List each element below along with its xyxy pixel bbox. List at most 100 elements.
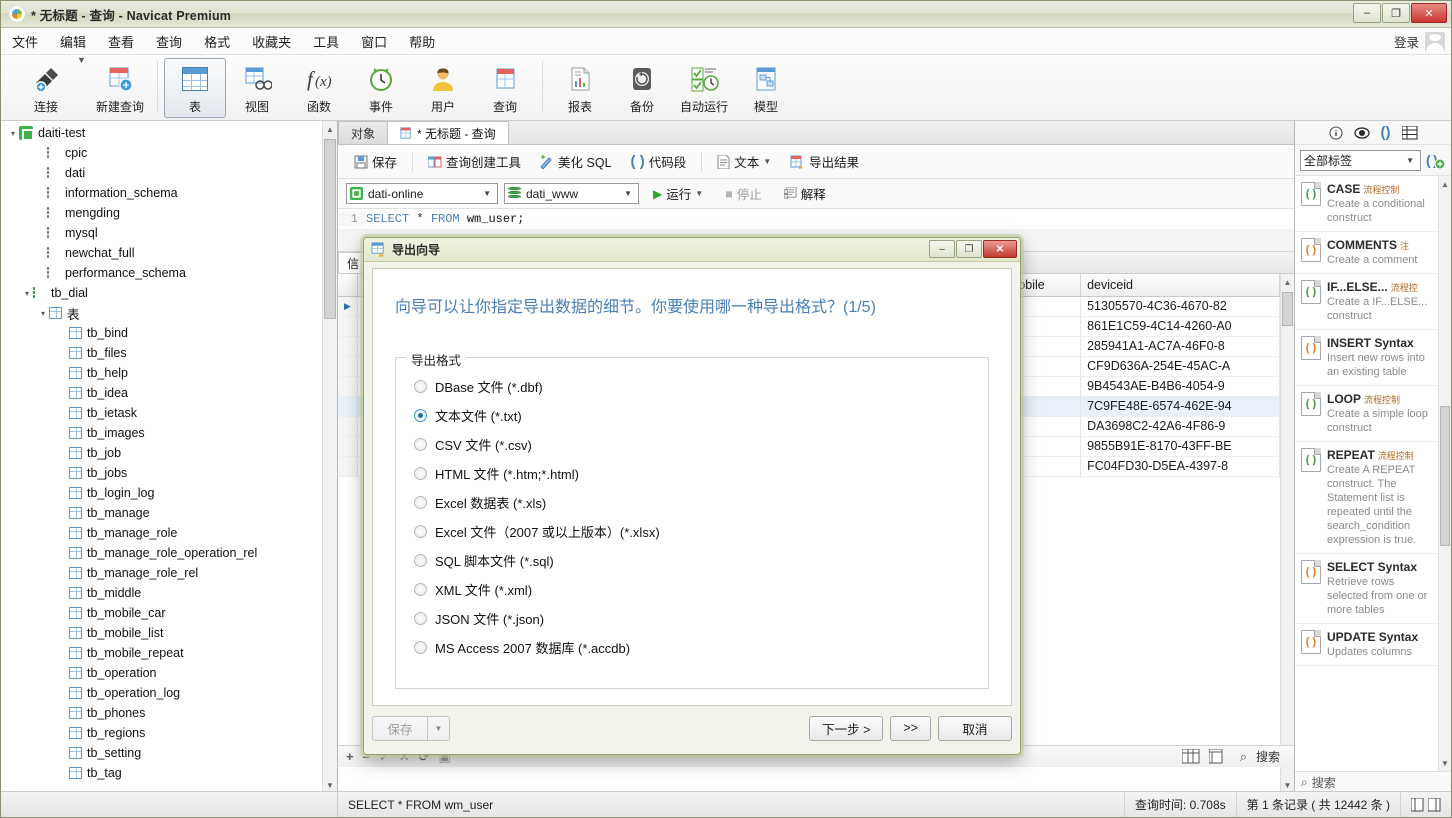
tree-table-tb_login_log[interactable]: tb_login_log (1, 483, 337, 503)
tree-table-tb_help[interactable]: tb_help (1, 363, 337, 383)
export-result-button[interactable]: 导出结果 (782, 147, 867, 176)
tag-filter-caret-icon[interactable]: ▼ (1403, 156, 1417, 165)
statusbar-grid-toggle-icon[interactable] (1411, 797, 1424, 812)
menu-window[interactable]: 窗口 (350, 28, 398, 55)
tab-objects[interactable]: 对象 (338, 121, 389, 144)
structure-icon[interactable] (1401, 125, 1418, 140)
tree-database-mysql[interactable]: mysql (1, 223, 337, 243)
connection-caret-icon[interactable]: ▼ (480, 189, 494, 198)
tree-database-performance_schema[interactable]: performance_schema (1, 263, 337, 283)
tree-table-tb_bind[interactable]: tb_bind (1, 323, 337, 343)
menu-favorites[interactable]: 收藏夹 (241, 28, 302, 55)
radio-button[interactable] (414, 467, 427, 480)
row-marker[interactable] (338, 436, 358, 457)
add-snippet-icon[interactable]: () (1426, 151, 1446, 169)
row-marker[interactable] (338, 396, 358, 417)
connection-select[interactable]: dati-online ▼ (346, 183, 498, 204)
tree-table-tb_manage_role_operation_rel[interactable]: tb_manage_role_operation_rel (1, 543, 337, 563)
cell-deviceid[interactable]: CF9D636A-254E-45AC-A (1080, 356, 1280, 377)
expand-arrow-icon[interactable]: ▾ (21, 289, 33, 298)
toolbar-table[interactable]: 表 (164, 58, 226, 118)
tree-scroll-thumb[interactable] (324, 139, 336, 319)
login-label[interactable]: 登录 (1394, 32, 1419, 51)
toolbar-view[interactable]: 视图 (226, 58, 288, 118)
toolbar-new-query[interactable]: 新建查询 (89, 58, 151, 118)
statusbar-form-toggle-icon[interactable] (1428, 797, 1441, 812)
expand-arrow-icon[interactable]: ▾ (37, 309, 49, 318)
cell-deviceid[interactable]: FC04FD30-D5EA-4397-8 (1080, 456, 1280, 477)
export-format-option[interactable]: JSON 文件 (*.json) (396, 604, 988, 633)
toolbar-connection[interactable]: 连接 (15, 58, 77, 118)
radio-button[interactable] (414, 612, 427, 625)
tree-scrollbar[interactable]: ▲ ▼ (322, 121, 337, 793)
tree-database-mengding[interactable]: mengding (1, 203, 337, 223)
menu-format[interactable]: 格式 (193, 28, 241, 55)
eye-icon[interactable] (1353, 126, 1370, 140)
run-caret-icon[interactable]: ▼ (695, 189, 703, 198)
snippet-item[interactable]: ( ) CASE 流程控制 Create a conditional construc… (1295, 176, 1438, 232)
tree-table-tb_ietask[interactable]: tb_ietask (1, 403, 337, 423)
tree-database-cpic[interactable]: cpic (1, 143, 337, 163)
radio-button[interactable] (414, 438, 427, 451)
radio-button[interactable] (414, 525, 427, 538)
dialog-maximize-button[interactable]: ❐ (956, 240, 982, 258)
row-marker[interactable] (338, 376, 358, 397)
dialog-minimize-button[interactable]: – (929, 240, 955, 258)
skip-button[interactable]: >> (890, 715, 931, 741)
tree-table-tb_manage_role[interactable]: tb_manage_role (1, 523, 337, 543)
tree-table-tb_mobile_car[interactable]: tb_mobile_car (1, 603, 337, 623)
database-caret-icon[interactable]: ▼ (621, 189, 635, 198)
parens-icon[interactable]: () (1381, 124, 1391, 141)
expand-arrow-icon[interactable]: ▾ (7, 129, 19, 138)
save-profile-split-button[interactable]: 保存 ▼ (372, 715, 450, 741)
row-marker[interactable] (338, 456, 358, 477)
menu-query[interactable]: 查询 (145, 28, 193, 55)
snippet-item[interactable]: ( ) LOOP 流程控制 Create a simple loop construc… (1295, 386, 1438, 442)
toolbar-model[interactable]: 模型 (735, 58, 797, 118)
tree-table-tb_manage[interactable]: tb_manage (1, 503, 337, 523)
grid-add-icon[interactable]: + (346, 749, 354, 764)
export-format-option[interactable]: Excel 文件（2007 或以上版本）(*.xlsx) (396, 517, 988, 546)
snippet-item[interactable]: ( ) SELECT Syntax Retrieve rows selected f… (1295, 554, 1438, 624)
snippets-list[interactable]: ( ) CASE 流程控制 Create a conditional construc… (1295, 175, 1451, 771)
tree-table-tb_middle[interactable]: tb_middle (1, 583, 337, 603)
menu-edit[interactable]: 编辑 (49, 28, 97, 55)
grid-scrollbar[interactable]: ▲ ▼ (1280, 274, 1294, 793)
info-icon[interactable] (1329, 126, 1343, 140)
database-select[interactable]: dati_www ▼ (504, 183, 639, 204)
beautify-sql-button[interactable]: 美化 SQL (532, 147, 620, 176)
row-marker[interactable] (338, 316, 358, 337)
menu-file[interactable]: 文件 (1, 28, 49, 55)
run-button[interactable]: ▶ 运行 ▼ (645, 179, 711, 208)
snippets-scroll-up-icon[interactable]: ▲ (1439, 176, 1451, 192)
tree-table-tb_manage_role_rel[interactable]: tb_manage_role_rel (1, 563, 337, 583)
grid-scroll-thumb[interactable] (1282, 292, 1293, 326)
tab-query[interactable]: * 无标题 - 查询 (387, 121, 509, 144)
tree-table-tb_mobile_repeat[interactable]: tb_mobile_repeat (1, 643, 337, 663)
toolbar-backup[interactable]: 备份 (611, 58, 673, 118)
form-view-icon[interactable] (1208, 749, 1223, 764)
tree-table-tb_regions[interactable]: tb_regions (1, 723, 337, 743)
tree-table-tb_tag[interactable]: tb_tag (1, 763, 337, 783)
toolbar-query[interactable]: 查询 (474, 58, 536, 118)
cell-deviceid[interactable]: 285941A1-AC7A-46F0-8 (1080, 336, 1280, 357)
toolbar-user[interactable]: 用户 (412, 58, 474, 118)
tree-table-tb_images[interactable]: tb_images (1, 423, 337, 443)
cell-deviceid[interactable]: 9B4543AE-B4B6-4054-9 (1080, 376, 1280, 397)
explain-button[interactable]: 解释 (776, 179, 834, 208)
export-format-option[interactable]: Excel 数据表 (*.xls) (396, 488, 988, 517)
tree-table-tb_jobs[interactable]: tb_jobs (1, 463, 337, 483)
export-format-option[interactable]: CSV 文件 (*.csv) (396, 430, 988, 459)
login-area[interactable]: 登录 (1394, 28, 1445, 55)
snippets-scroll-down-icon[interactable]: ▼ (1439, 755, 1451, 771)
cell-deviceid[interactable]: 9855B91E-8170-43FF-BE (1080, 436, 1280, 457)
row-marker[interactable]: ▶ (338, 296, 358, 317)
save-button[interactable]: 保存 (346, 147, 405, 176)
snippet-item[interactable]: ( ) INSERT Syntax Insert new rows into an … (1295, 330, 1438, 386)
cell-deviceid[interactable]: 861E1C59-4C14-4260-A0 (1080, 316, 1280, 337)
grid-search-icon[interactable]: ⌕ (1240, 749, 1247, 765)
close-button[interactable]: ✕ (1411, 3, 1447, 23)
minimize-button[interactable]: – (1353, 3, 1381, 23)
avatar[interactable] (1425, 31, 1445, 52)
tree-root-connection[interactable]: ▾ daiti-test (1, 123, 337, 143)
